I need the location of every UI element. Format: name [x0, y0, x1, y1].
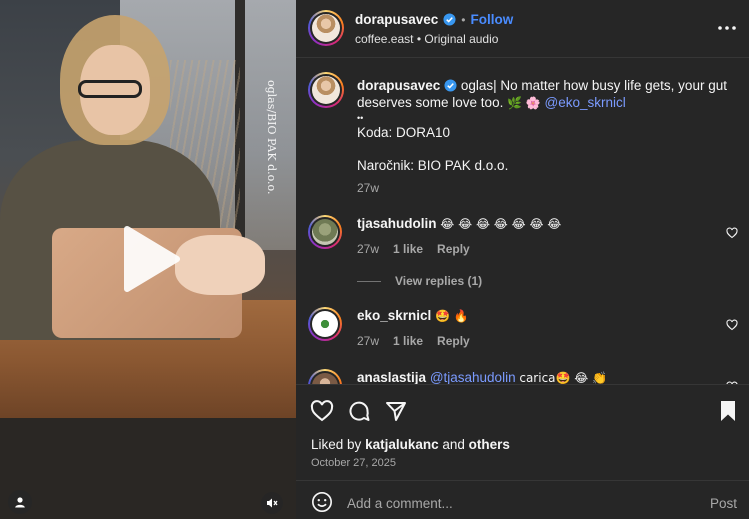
author-avatar[interactable]: [308, 10, 344, 46]
caption-client: Naročnik: BIO PAK d.o.o.: [357, 158, 509, 173]
flower-emoji: 🌸: [525, 96, 541, 110]
caption-avatar[interactable]: [308, 72, 344, 108]
hand: [175, 235, 265, 295]
table-shadow: [0, 418, 296, 519]
commenter-username[interactable]: tjasahudolin: [357, 216, 437, 231]
author-username[interactable]: dorapusavec: [355, 12, 438, 27]
audio-link[interactable]: Original audio: [424, 32, 498, 46]
caption-dots: ••: [357, 113, 364, 123]
share-send-icon[interactable]: [384, 399, 408, 423]
comment-time[interactable]: 27w: [357, 333, 379, 350]
comment-likes[interactable]: 1 like: [393, 333, 423, 350]
post-comment-button[interactable]: Post: [710, 496, 737, 511]
caption-mention-link[interactable]: @eko_skrnicl: [545, 95, 626, 110]
person-icon: [15, 497, 25, 508]
post-actions: Liked by katjalukanc and others October …: [296, 384, 749, 480]
author-line: dorapusavec • Follow: [355, 12, 513, 27]
like-comment-icon[interactable]: [726, 319, 738, 331]
comment-likes[interactable]: 1 like: [393, 241, 423, 258]
reply-button[interactable]: Reply: [437, 333, 470, 350]
post-header: dorapusavec • Follow coffee.east • Origi…: [296, 0, 749, 58]
comment-body: tjasahudolin 😂 😂 😂 😂 😂 😂 😂 27w 1 like Re…: [357, 215, 717, 258]
liked-by-and: and: [442, 437, 465, 452]
comments-list[interactable]: dorapusavec oglas| No matter how busy li…: [296, 58, 749, 384]
video-player[interactable]: oglas/BIO PAK d.o.o.: [0, 0, 296, 519]
liked-by-text: Liked by katjalukanc and others: [311, 437, 510, 452]
person-glasses: [78, 80, 142, 98]
post-viewer: oglas/BIO PAK d.o.o. dorapusavec • Follo…: [0, 0, 749, 519]
commenter-username[interactable]: anaslastija: [357, 370, 426, 384]
emoji-picker-icon[interactable]: [311, 491, 333, 513]
bookmark-saved-icon[interactable]: [716, 399, 740, 423]
like-comment-icon[interactable]: [726, 227, 738, 239]
audio-separator: •: [416, 32, 422, 46]
liked-by-user[interactable]: katjalukanc: [365, 437, 439, 452]
commenter-avatar[interactable]: [308, 215, 342, 249]
post-subline: coffee.east • Original audio: [355, 32, 498, 46]
post-panel: dorapusavec • Follow coffee.east • Origi…: [296, 0, 749, 519]
caption-time[interactable]: 27w: [357, 180, 737, 197]
play-icon[interactable]: [113, 223, 185, 295]
caption-code: Koda: DORA10: [357, 125, 451, 140]
comment-meta: 27w 1 like Reply: [357, 333, 717, 350]
like-heart-icon[interactable]: [310, 399, 334, 423]
comment-body: eko_skrnicl 🤩 🔥 27w 1 like Reply: [357, 307, 717, 350]
verified-badge-icon: [443, 13, 456, 26]
liked-by-others[interactable]: others: [469, 437, 510, 452]
view-replies-button[interactable]: View replies (1): [357, 274, 482, 288]
caption-text-line2: deserves some love too.: [357, 95, 504, 110]
herb-emoji: 🌿: [507, 96, 523, 110]
location-link[interactable]: coffee.east: [355, 32, 414, 46]
comment-time[interactable]: 27w: [357, 241, 379, 258]
more-options-icon[interactable]: [716, 18, 738, 38]
speaker-muted-icon: [267, 498, 278, 508]
reply-button[interactable]: Reply: [437, 241, 470, 258]
tagged-people-button[interactable]: [8, 490, 32, 514]
separator-dot: •: [461, 12, 466, 27]
add-comment-bar: Add a comment... Post: [296, 480, 749, 519]
liked-by-prefix: Liked by: [311, 437, 362, 452]
follow-button[interactable]: Follow: [471, 12, 514, 27]
verified-badge-icon: [444, 79, 457, 92]
comment-bubble-icon[interactable]: [347, 399, 371, 423]
comment-body: anaslastija @tjasahudolin carica🤩 😂 👏: [357, 369, 717, 384]
post-date[interactable]: October 27, 2025: [311, 457, 396, 469]
comment-meta: 27w 1 like Reply: [357, 241, 717, 258]
video-overlay-text: oglas/BIO PAK d.o.o.: [265, 80, 278, 195]
post-caption: dorapusavec oglas| No matter how busy li…: [357, 77, 737, 197]
commenter-username[interactable]: eko_skrnicl: [357, 308, 431, 323]
comment-text: 🤩 🔥: [435, 309, 469, 323]
mute-button[interactable]: [261, 492, 283, 514]
commenter-avatar[interactable]: [308, 307, 342, 341]
comment-text: 😂 😂 😂 😂 😂 😂 😂: [440, 217, 562, 231]
replies-divider: [357, 280, 381, 282]
commenter-avatar[interactable]: [308, 369, 342, 384]
comment-text: carica🤩 😂 👏: [519, 371, 608, 384]
comment-input[interactable]: Add a comment...: [347, 496, 453, 511]
caption-username[interactable]: dorapusavec: [357, 78, 440, 93]
caption-text-line1: oglas| No matter how busy life gets, you…: [460, 78, 727, 93]
comment-mention-link[interactable]: @tjasahudolin: [430, 370, 516, 384]
view-replies-label[interactable]: View replies (1): [395, 274, 482, 288]
